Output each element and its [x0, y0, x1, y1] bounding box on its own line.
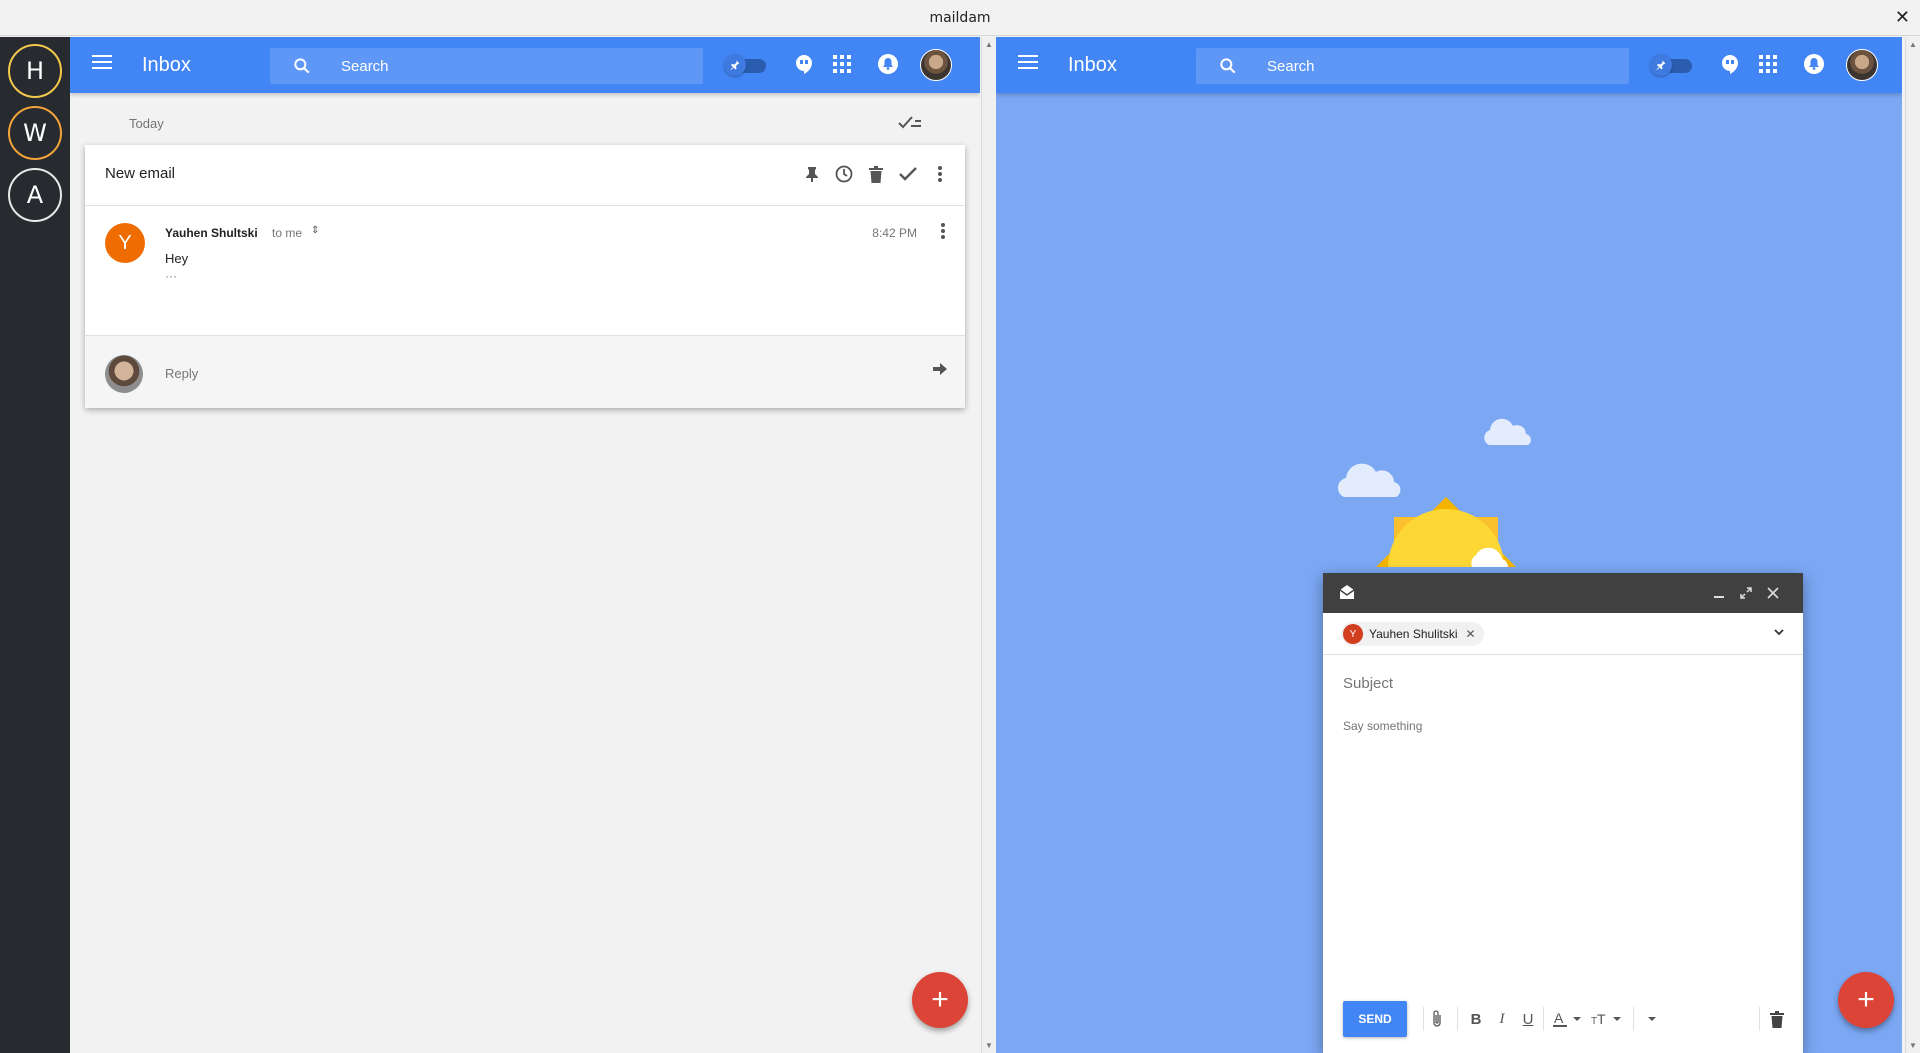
cloud-illustration: [1337, 463, 1401, 497]
divider: [85, 205, 965, 206]
recipients-field[interactable]: Y Yauhen Shulitski ✕: [1323, 613, 1803, 655]
attach-icon[interactable]: [1427, 1009, 1447, 1029]
compose-fab-button[interactable]: +: [1838, 972, 1894, 1028]
search-icon: [1220, 58, 1236, 74]
window-titlebar: maildam ✕: [0, 0, 1920, 36]
forward-arrow-icon[interactable]: [933, 363, 947, 375]
reply-bar[interactable]: Reply: [85, 335, 965, 408]
text-color-icon[interactable]: A: [1553, 1009, 1583, 1029]
pin-icon: [1650, 54, 1672, 76]
fullscreen-icon[interactable]: [1736, 583, 1756, 603]
window-close-button[interactable]: ✕: [1895, 7, 1910, 28]
recipient-avatar: Y: [1343, 624, 1363, 644]
pin-icon[interactable]: [801, 163, 823, 185]
more-formatting-icon[interactable]: [1643, 1009, 1661, 1029]
send-button[interactable]: SEND: [1343, 1001, 1407, 1037]
left-inbox-pane: Inbox Search Today New email Y Yauhen Sh…: [70, 37, 980, 1053]
search-placeholder: Search: [341, 58, 389, 75]
subject-input[interactable]: Subject: [1343, 675, 1783, 692]
account-a-button[interactable]: A: [8, 168, 62, 222]
account-h-button[interactable]: H: [8, 44, 62, 98]
profile-avatar[interactable]: [1846, 49, 1878, 81]
cloud-illustration: [1484, 418, 1531, 445]
draft-envelope-icon: [1339, 585, 1355, 599]
notifications-icon[interactable]: [876, 52, 900, 76]
apps-grid-icon[interactable]: [1756, 52, 1780, 76]
sender-name[interactable]: Yauhen Shultski: [165, 226, 258, 240]
pin-toggle[interactable]: [1648, 54, 1694, 76]
details-toggle-icon[interactable]: ⇕: [311, 225, 319, 236]
compose-toolbar: SEND B I U A TT: [1323, 989, 1803, 1053]
bold-icon[interactable]: B: [1467, 1009, 1485, 1029]
search-input[interactable]: Search: [1196, 48, 1629, 84]
compose-fab-button[interactable]: +: [912, 972, 968, 1028]
recipient-name: Yauhen Shulitski: [1369, 627, 1458, 641]
remove-recipient-icon[interactable]: ✕: [1466, 627, 1476, 641]
account-w-button[interactable]: W: [8, 106, 62, 160]
compose-window: Y Yauhen Shulitski ✕ Subject Say somethi…: [1323, 573, 1803, 1053]
message-body: Hey: [165, 251, 189, 266]
notifications-icon[interactable]: [1802, 52, 1826, 76]
snooze-icon[interactable]: [833, 163, 855, 185]
search-placeholder: Search: [1267, 58, 1315, 75]
reply-label[interactable]: Reply: [165, 366, 198, 381]
body-editor[interactable]: Say something: [1343, 719, 1783, 969]
hangouts-icon[interactable]: [792, 52, 816, 76]
app-title: Inbox: [1068, 54, 1117, 76]
window-title: maildam: [929, 10, 991, 26]
pin-icon: [724, 54, 746, 76]
conversation-card: New email Y Yauhen Shultski to me ⇕ 8:42…: [85, 145, 965, 408]
pin-toggle[interactable]: [722, 54, 768, 76]
section-label-today: Today: [129, 116, 164, 131]
left-app-bar: Inbox Search: [70, 37, 980, 93]
left-scrollbar[interactable]: ▲ ▼: [981, 37, 995, 1053]
user-avatar: [105, 355, 143, 393]
hangouts-icon[interactable]: [1718, 52, 1742, 76]
discard-draft-icon[interactable]: [1767, 1009, 1787, 1029]
search-input[interactable]: Search: [270, 48, 703, 84]
account-sidebar: H W A: [0, 37, 70, 1053]
app-title: Inbox: [142, 54, 191, 76]
conversation-actions: [801, 163, 951, 185]
more-vert-icon[interactable]: [929, 163, 951, 185]
search-icon: [294, 58, 310, 74]
mark-all-done-icon[interactable]: [897, 113, 923, 131]
close-icon[interactable]: [1763, 583, 1783, 603]
message-more-icon[interactable]: [941, 223, 945, 239]
conversation-subject: New email: [105, 165, 176, 182]
right-app-bar: Inbox Search: [996, 37, 1902, 93]
sun-illustration: [1376, 497, 1516, 567]
recipient-text: to me: [272, 226, 303, 240]
recipient-chip[interactable]: Y Yauhen Shulitski ✕: [1341, 622, 1484, 646]
minimize-icon[interactable]: [1709, 583, 1729, 603]
apps-grid-icon[interactable]: [830, 52, 854, 76]
underline-icon[interactable]: U: [1519, 1009, 1537, 1029]
right-scrollbar[interactable]: ▲ ▼: [1905, 37, 1919, 1053]
message-time: 8:42 PM: [872, 226, 917, 240]
svg-text:A: A: [1554, 1010, 1564, 1026]
text-size-icon[interactable]: TT: [1591, 1009, 1623, 1029]
menu-icon[interactable]: [1018, 55, 1038, 75]
chevron-down-icon[interactable]: [1773, 626, 1785, 638]
show-trimmed-content[interactable]: ···: [165, 269, 177, 283]
svg-text:T: T: [1597, 1011, 1606, 1027]
delete-icon[interactable]: [865, 163, 887, 185]
sender-avatar: Y: [105, 223, 145, 263]
done-check-icon[interactable]: [897, 163, 919, 185]
compose-header: [1323, 573, 1803, 613]
italic-icon[interactable]: I: [1493, 1009, 1511, 1029]
profile-avatar[interactable]: [920, 49, 952, 81]
menu-icon[interactable]: [92, 55, 112, 75]
